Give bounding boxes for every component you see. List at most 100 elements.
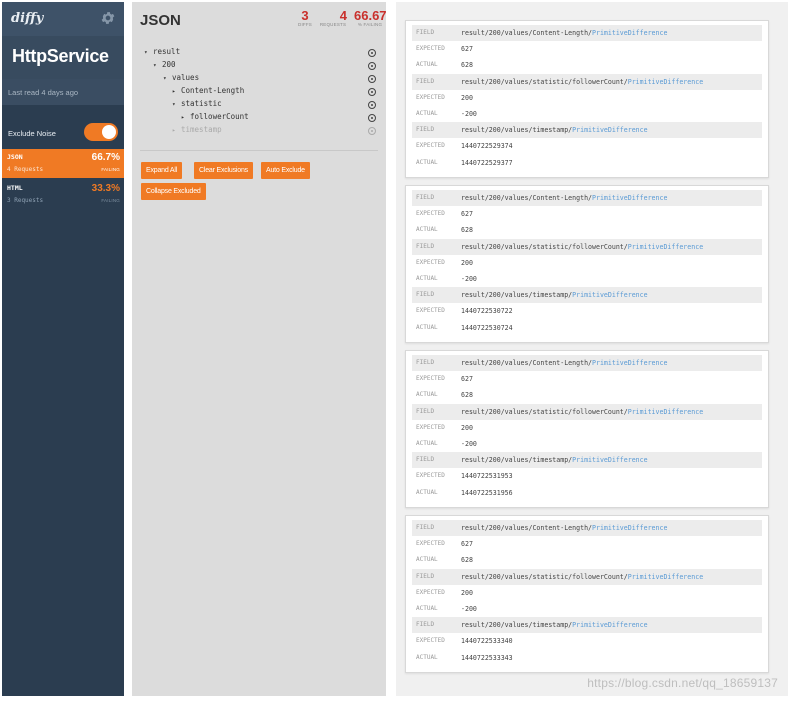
actual-row: ACTUAL 1440722531956 (412, 485, 762, 501)
row-value: result/200/values/statistic/followerCoun… (461, 407, 704, 416)
diff-type-label: PrimitiveDifference (572, 456, 648, 465)
expand-all-button[interactable]: Expand All (141, 162, 183, 179)
panel-title: JSON (140, 12, 181, 29)
row-key: FIELD (416, 524, 435, 531)
field-row: FIELD result/200/values/statistic/followe… (412, 73, 762, 90)
row-key: ACTUAL (416, 391, 438, 399)
row-key: FIELD (416, 407, 435, 415)
row-value: 628 (461, 556, 473, 565)
row-key: ACTUAL (416, 109, 438, 117)
exclude-toggle-icon[interactable] (368, 114, 376, 122)
actual-row: ACTUAL -200 (412, 601, 762, 617)
row-value: -200 (461, 274, 477, 283)
tree-node-follower-count[interactable]: ▸ followerCount (181, 112, 249, 125)
field-row: FIELD result/200/values/timestamp/Primiti… (412, 617, 762, 634)
request-count: 3 Requests (7, 197, 44, 204)
tree-node-statistic[interactable]: ▾ statistic (172, 99, 222, 112)
row-value: 1440722531953 (461, 472, 513, 481)
diff-card: FIELD result/200/values/Content-Length/Pr… (405, 20, 769, 178)
row-key: EXPECTED (416, 210, 445, 218)
row-key: EXPECTED (416, 423, 445, 431)
request-status: FAILING (101, 198, 120, 203)
row-key: FIELD (416, 359, 435, 366)
row-key: ACTUAL (416, 439, 438, 447)
request-name: JSON (7, 153, 23, 161)
row-value: -200 (461, 439, 477, 448)
clear-exclusions-button[interactable]: Clear Exclusions (194, 162, 253, 179)
row-key: FIELD (416, 572, 435, 580)
diff-type-label: PrimitiveDifference (627, 572, 704, 581)
request-name: HTML (7, 184, 23, 192)
row-value: 627 (461, 210, 473, 219)
request-status: FAILING (101, 167, 120, 172)
exclude-toggle-icon[interactable] (368, 88, 376, 96)
tree-node-timestamp[interactable]: ▸ timestamp (172, 125, 222, 138)
auto-exclude-button[interactable]: Auto Exclude (261, 162, 310, 179)
row-key: FIELD (416, 194, 435, 201)
field-row: FIELD result/200/values/Content-Length/Pr… (412, 25, 762, 42)
diff-type-label: PrimitiveDifference (627, 407, 704, 416)
diff-type-label: PrimitiveDifference (627, 242, 704, 251)
exclude-toggle-icon[interactable] (368, 127, 376, 135)
request-count: 4 Requests (7, 166, 44, 173)
row-key: ACTUAL (416, 158, 438, 166)
brand-bar: diffy (2, 2, 124, 36)
actual-row: ACTUAL -200 (412, 436, 762, 452)
expected-row: EXPECTED 200 (412, 255, 762, 271)
expected-row: EXPECTED 627 (412, 206, 762, 222)
row-value: result/200/values/Content-Length/Primiti… (461, 524, 668, 532)
tree-node-content-length[interactable]: ▸ Content-Length (172, 86, 244, 99)
collapse-excluded-button[interactable]: Collapse Excluded (141, 183, 206, 200)
field-row: FIELD result/200/values/Content-Length/Pr… (412, 355, 762, 372)
row-value: result/200/values/statistic/followerCoun… (461, 242, 704, 251)
exclude-toggle-icon[interactable] (368, 101, 376, 109)
request-item-html[interactable]: HTML 3 Requests 33.3% FAILING (2, 180, 124, 209)
exclude-noise-toggle[interactable] (84, 123, 118, 141)
tree-node-result[interactable]: ▾ result (144, 47, 180, 60)
row-key: ACTUAL (416, 556, 438, 564)
exclude-noise-label: Exclude Noise (8, 129, 56, 138)
expected-row: EXPECTED 200 (412, 585, 762, 601)
row-key: ACTUAL (416, 488, 438, 496)
gear-icon[interactable] (100, 10, 116, 26)
diffy-logo[interactable]: diffy (11, 11, 43, 26)
exclude-toggle-icon[interactable] (368, 49, 376, 57)
row-value: 1440722529374 (461, 142, 513, 151)
row-key: FIELD (416, 291, 435, 299)
request-percent: 33.3% (91, 183, 120, 194)
row-key: FIELD (416, 456, 435, 464)
sidebar: diffy HttpService Last read 4 days ago E… (2, 2, 124, 696)
panel-header: JSON 3 DIFFS 4 REQUESTS 66.67 % FAILING (132, 2, 387, 36)
row-value: 1440722530722 (461, 307, 513, 316)
diff-list[interactable]: FIELD result/200/values/Content-Length/Pr… (396, 2, 788, 696)
diff-type-label: PrimitiveDifference (572, 291, 648, 300)
diffs-stat: 3 DIFFS (294, 8, 316, 27)
expected-row: EXPECTED 1440722530722 (412, 303, 762, 319)
request-item-json[interactable]: JSON 4 Requests 66.7% FAILING (2, 149, 124, 178)
json-panel: JSON 3 DIFFS 4 REQUESTS 66.67 % FAILING … (132, 2, 387, 696)
diff-type-label: PrimitiveDifference (627, 77, 704, 86)
tree-node-values[interactable]: ▾ values (163, 73, 199, 86)
diff-type-label: PrimitiveDifference (572, 126, 648, 135)
expected-row: EXPECTED 1440722529374 (412, 138, 762, 154)
row-value: 1440722533340 (461, 637, 513, 646)
row-value: result/200/values/Content-Length/Primiti… (461, 359, 668, 367)
field-row: FIELD result/200/values/statistic/followe… (412, 403, 762, 420)
actual-row: ACTUAL -200 (412, 106, 762, 122)
row-key: EXPECTED (416, 588, 445, 596)
row-value: 628 (461, 226, 473, 235)
field-row: FIELD result/200/values/timestamp/Primiti… (412, 287, 762, 304)
diff-type-label: PrimitiveDifference (592, 29, 668, 37)
exclude-noise-row: Exclude Noise (2, 119, 124, 145)
actual-row: ACTUAL 628 (412, 387, 762, 403)
row-value: 200 (461, 423, 473, 432)
expected-row: EXPECTED 627 (412, 371, 762, 387)
stat-label: DIFFS (298, 22, 312, 27)
row-key: EXPECTED (416, 93, 445, 101)
stat-label: REQUESTS (319, 22, 347, 27)
expected-row: EXPECTED 627 (412, 536, 762, 552)
exclude-toggle-icon[interactable] (368, 75, 376, 83)
row-value: -200 (461, 604, 477, 613)
exclude-toggle-icon[interactable] (368, 62, 376, 70)
tree-node-200[interactable]: ▾ 200 (153, 60, 176, 73)
